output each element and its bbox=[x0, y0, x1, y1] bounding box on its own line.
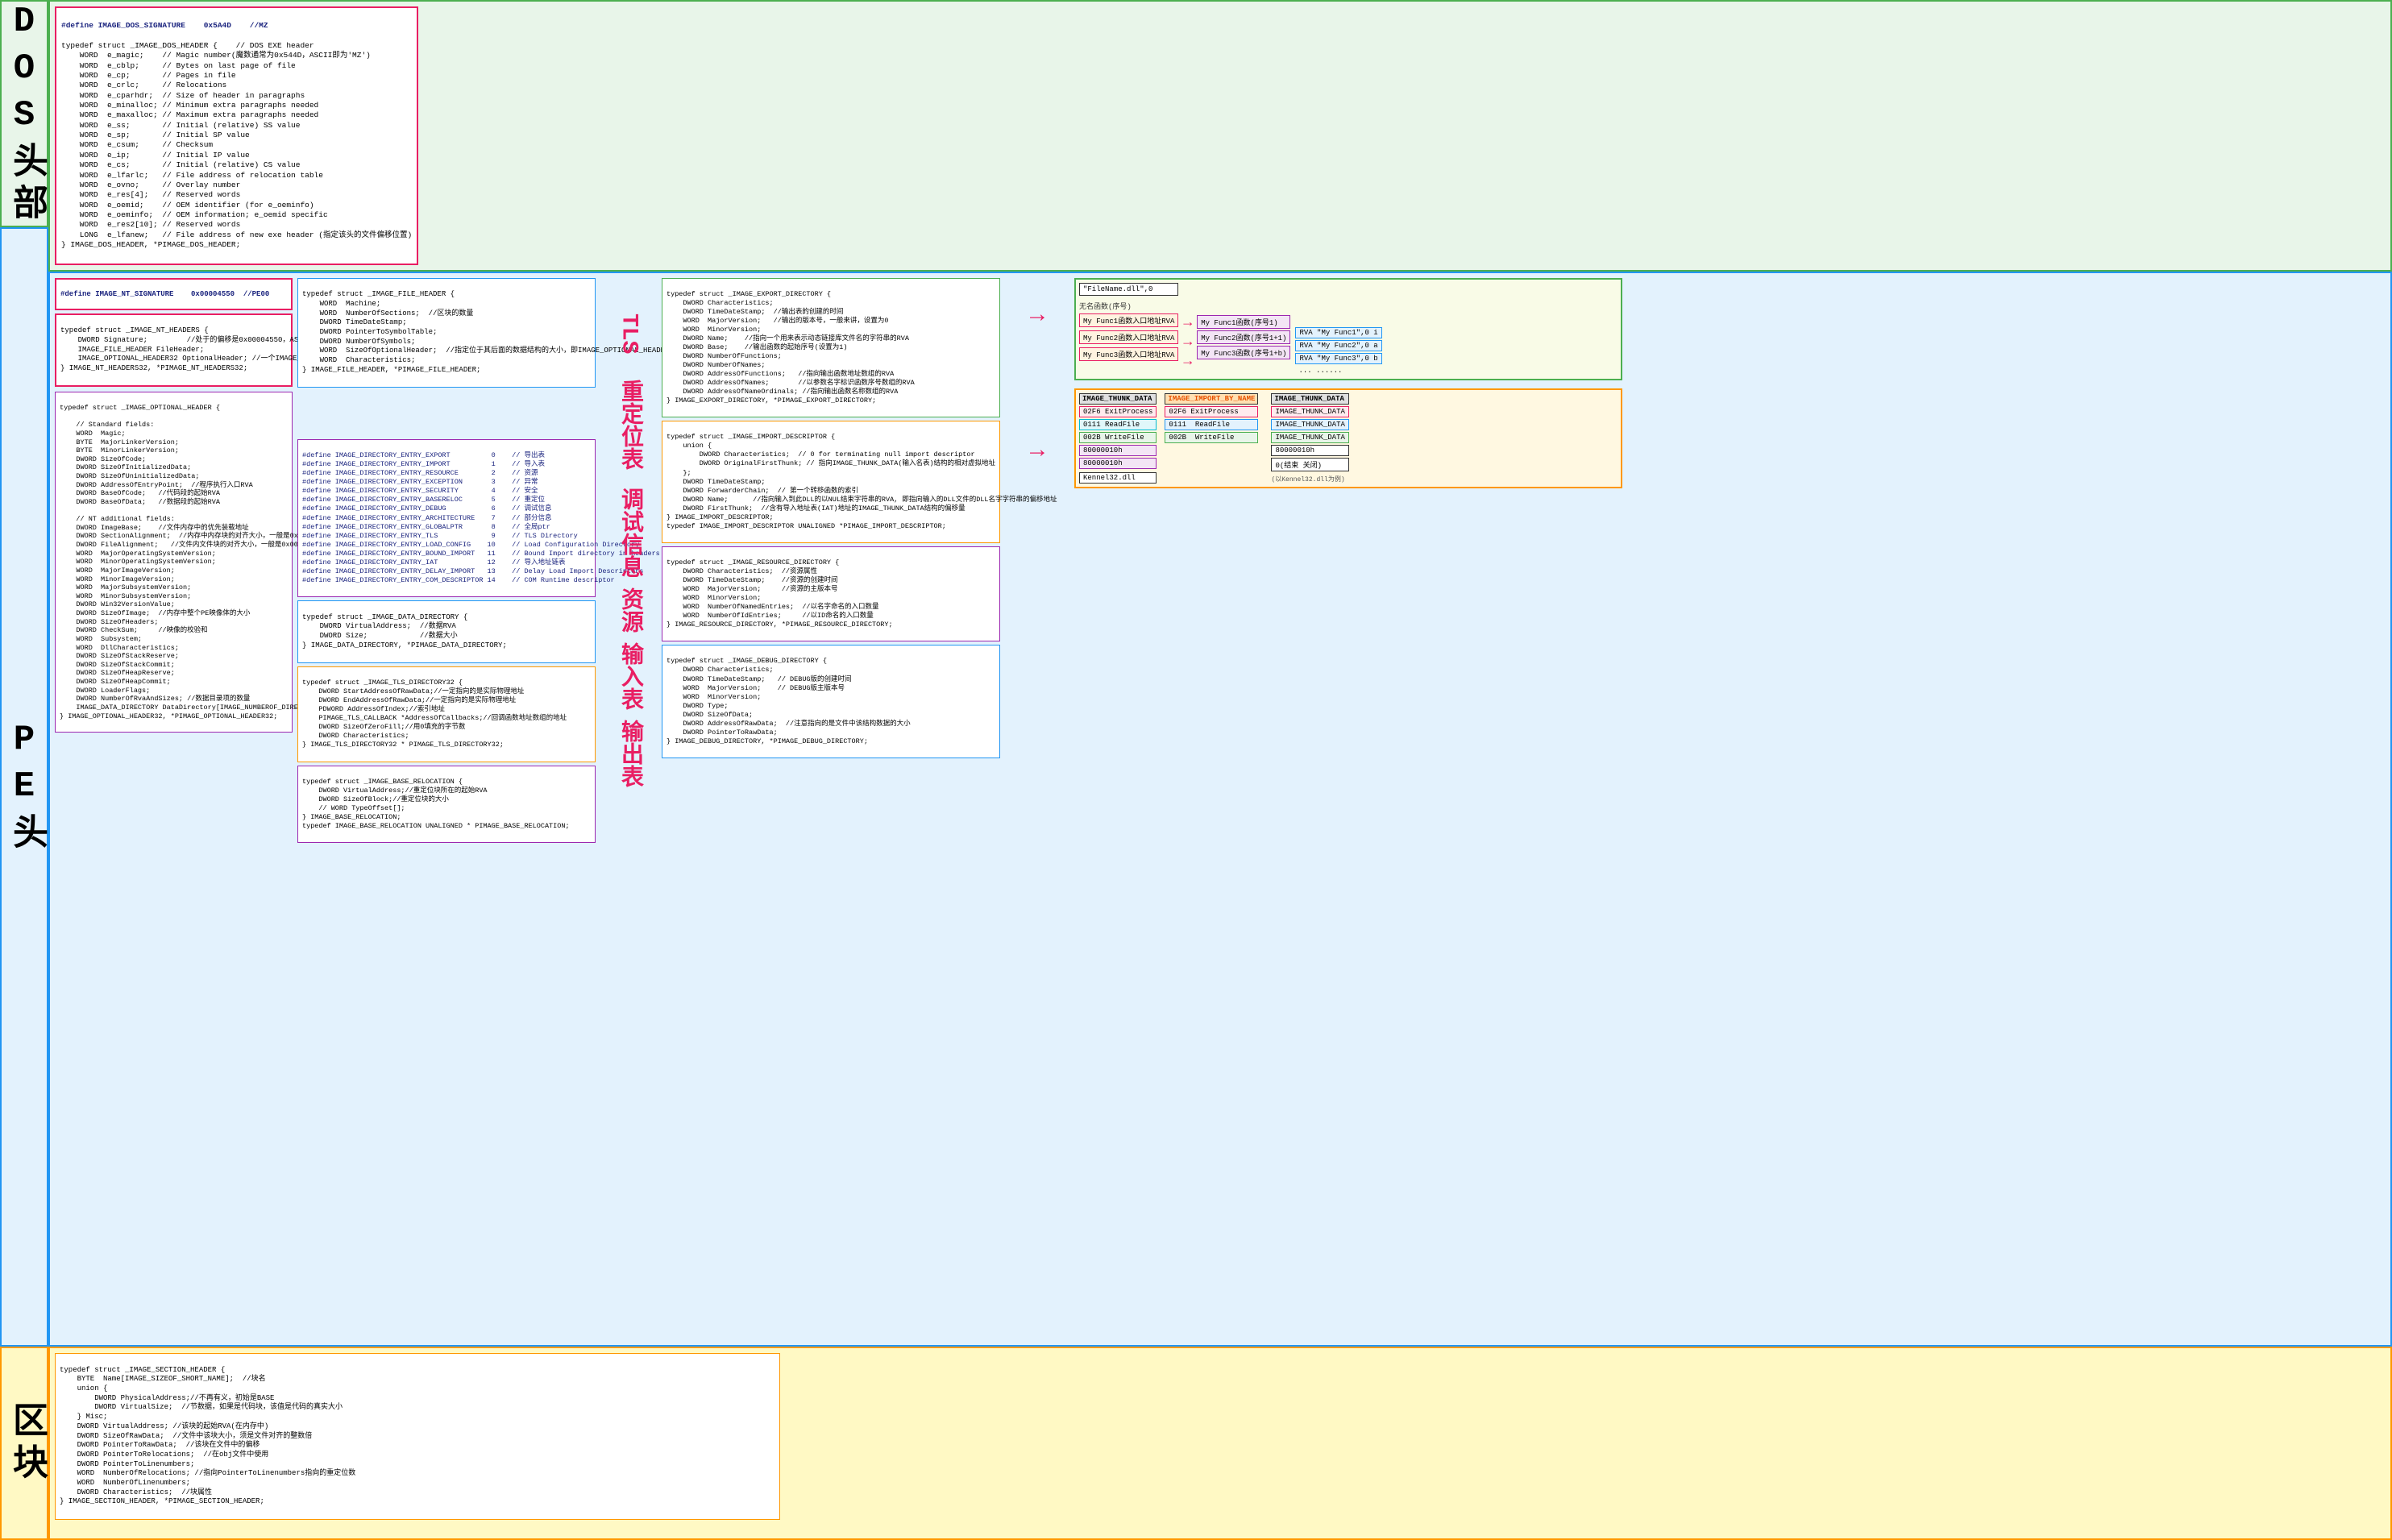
import-arrow: → bbox=[1030, 438, 1044, 465]
rva-item-2: RVA "My Func2",0 a bbox=[1295, 340, 1381, 351]
debug-directory-code: typedef struct _IMAGE_DEBUG_DIRECTORY { … bbox=[662, 645, 1000, 758]
resource-directory-code: typedef struct _IMAGE_RESOURCE_DIRECTORY… bbox=[662, 546, 1000, 641]
reloc-label: 重定位表 bbox=[609, 376, 648, 473]
dos-header-code: #define IMAGE_DOS_SIGNATURE 0x5A4D //MZ … bbox=[55, 6, 418, 265]
func-label-2: My Func2函数(序号1+1) bbox=[1197, 330, 1290, 344]
dll-name: Kennel32.dll bbox=[1079, 472, 1157, 484]
section-label: 区块 bbox=[0, 1347, 48, 1540]
no-name-label: 无名函数(序号) bbox=[1079, 301, 1178, 311]
export-panel: "FileName.dll",0 无名函数(序号) My Func1函数入口地址… bbox=[1074, 278, 1622, 380]
filename-box: "FileName.dll",0 bbox=[1079, 283, 1178, 296]
ibn-item-1: 02F6 ExitProcess bbox=[1165, 406, 1258, 417]
rva-item-1: RVA "My Func1",0 i bbox=[1295, 327, 1381, 338]
thunk-item-1: 02F6 ExitProcess bbox=[1079, 406, 1157, 417]
import-descriptor-code: typedef struct _IMAGE_IMPORT_DESCRIPTOR … bbox=[662, 421, 1000, 543]
image-data-directory-code: typedef struct _IMAGE_DATA_DIRECTORY { D… bbox=[297, 600, 596, 663]
section-header-code: typedef struct _IMAGE_SECTION_HEADER { B… bbox=[55, 1353, 780, 1520]
thunk2-item-1: IMAGE_THUNK_DATA bbox=[1271, 406, 1348, 417]
dos-section: #define IMAGE_DOS_SIGNATURE 0x5A4D //MZ … bbox=[48, 0, 2392, 272]
thunk-title-2: IMAGE_THUNK_DATA bbox=[1271, 393, 1348, 405]
nt-define: #define IMAGE_NT_SIGNATURE 0x00004550 //… bbox=[55, 278, 293, 310]
debug-label: 调试信息 bbox=[609, 484, 648, 581]
dos-label: DOS头部 bbox=[0, 0, 48, 227]
thunk-item-2: 0111 ReadFile bbox=[1079, 419, 1157, 430]
resource-arrow-label: 资源 bbox=[609, 584, 648, 636]
file-header-code: typedef struct _IMAGE_FILE_HEADER { WORD… bbox=[297, 278, 596, 388]
hex-1: 80000010h bbox=[1079, 445, 1157, 456]
pe-label: PE头 bbox=[0, 227, 48, 1347]
data-dir-defines: #define IMAGE_DIRECTORY_ENTRY_EXPORT 0 /… bbox=[297, 439, 596, 597]
section-header-section: typedef struct _IMAGE_SECTION_HEADER { B… bbox=[48, 1347, 2392, 1540]
func-addr-2: My Func2函数入口地址RVA bbox=[1079, 330, 1178, 344]
dll2-label: (以Kennel32.dll为例) bbox=[1271, 475, 1348, 484]
export-arrow-label: 输出表 bbox=[609, 716, 648, 791]
pe-section: #define IMAGE_NT_SIGNATURE 0x00004550 //… bbox=[48, 272, 2392, 1347]
export-arrow: → bbox=[1030, 302, 1044, 330]
func-label-3: My Func3函数(序号1+b) bbox=[1197, 346, 1290, 359]
rva-item-3: RVA "My Func3",0 b bbox=[1295, 353, 1381, 364]
thunk2-item-2: IMAGE_THUNK_DATA bbox=[1271, 419, 1348, 430]
thunk-item-3: 002B WriteFile bbox=[1079, 432, 1157, 443]
ibn-item-2: 0111 ReadFile bbox=[1165, 419, 1258, 430]
base-relocation-code: typedef struct _IMAGE_BASE_RELOCATION { … bbox=[297, 766, 596, 843]
thunk2-end: 0(结束 关闭) bbox=[1271, 458, 1348, 471]
hex-2: 80000010h bbox=[1079, 458, 1157, 469]
import-panel: IMAGE_THUNK_DATA 02F6 ExitProcess 0111 R… bbox=[1074, 388, 1622, 488]
thunk2-item-3: IMAGE_THUNK_DATA bbox=[1271, 432, 1348, 443]
dos-define-line: #define IMAGE_DOS_SIGNATURE 0x5A4D //MZ bbox=[61, 21, 268, 30]
dos-struct-code: typedef struct _IMAGE_DOS_HEADER { // DO… bbox=[61, 41, 412, 249]
export-directory-code: typedef struct _IMAGE_EXPORT_DIRECTORY {… bbox=[662, 278, 1000, 418]
import-by-name-label: IMAGE_IMPORT_BY_NAME bbox=[1165, 393, 1258, 405]
ibn-item-3: 002B WriteFile bbox=[1165, 432, 1258, 443]
import-arrow-label: 输入表 bbox=[609, 639, 648, 713]
optional-header-code: typedef struct _IMAGE_OPTIONAL_HEADER { … bbox=[55, 392, 293, 732]
func-label-1: My Func1函数(序号1) bbox=[1197, 315, 1290, 329]
func-addr-3: My Func3函数入口地址RVA bbox=[1079, 347, 1178, 361]
thunk2-hex-1: 80000010h bbox=[1271, 445, 1348, 456]
func-addr-1: My Func1函数入口地址RVA bbox=[1079, 313, 1178, 327]
thunk-title-1: IMAGE_THUNK_DATA bbox=[1079, 393, 1157, 405]
tls-label: TLS bbox=[613, 310, 645, 357]
dots-line: ... ...... bbox=[1295, 366, 1381, 376]
nt-headers-code: typedef struct _IMAGE_NT_HEADERS { DWORD… bbox=[55, 313, 293, 388]
tls-code: typedef struct _IMAGE_TLS_DIRECTORY32 { … bbox=[297, 666, 596, 762]
